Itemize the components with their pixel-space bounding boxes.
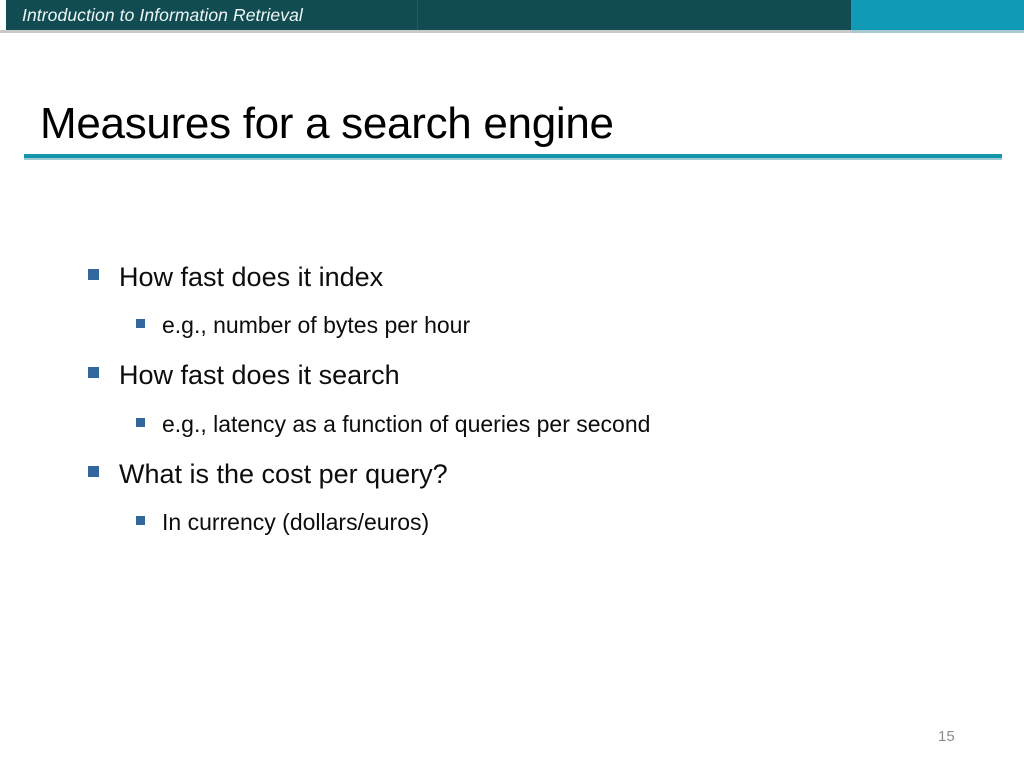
bullet-square-icon <box>88 367 99 378</box>
title-rule-shadow <box>24 158 1002 160</box>
list-item-label: How fast does it search <box>119 360 400 390</box>
list-item-label: e.g., number of bytes per hour <box>162 312 471 338</box>
header-underline-accent <box>851 30 1024 33</box>
page-number: 15 <box>938 728 955 745</box>
list-item-label: What is the cost per query? <box>119 459 448 489</box>
header-accent-block <box>851 0 1024 30</box>
list-item-label: e.g., latency as a function of queries p… <box>162 411 651 437</box>
list-item: e.g., number of bytes per hour <box>136 310 470 340</box>
course-title: Introduction to Information Retrieval <box>22 5 303 25</box>
list-item-label: How fast does it index <box>119 262 384 292</box>
list-item: How fast does it search <box>88 358 400 392</box>
list-item-label: In currency (dollars/euros) <box>162 509 430 535</box>
bullet-square-icon <box>88 269 99 280</box>
bullet-square-icon <box>136 319 145 328</box>
header-divider <box>417 0 418 30</box>
slide-header-band: Introduction to Information Retrieval <box>0 0 1024 31</box>
list-item: e.g., latency as a function of queries p… <box>136 409 650 439</box>
bullet-square-icon <box>136 418 145 427</box>
list-item: How fast does it index <box>88 260 383 294</box>
page-title: Measures for a search engine <box>40 99 614 148</box>
list-item: In currency (dollars/euros) <box>136 507 429 537</box>
bullet-square-icon <box>88 466 99 477</box>
list-item: What is the cost per query? <box>88 457 448 491</box>
bullet-square-icon <box>136 516 145 525</box>
